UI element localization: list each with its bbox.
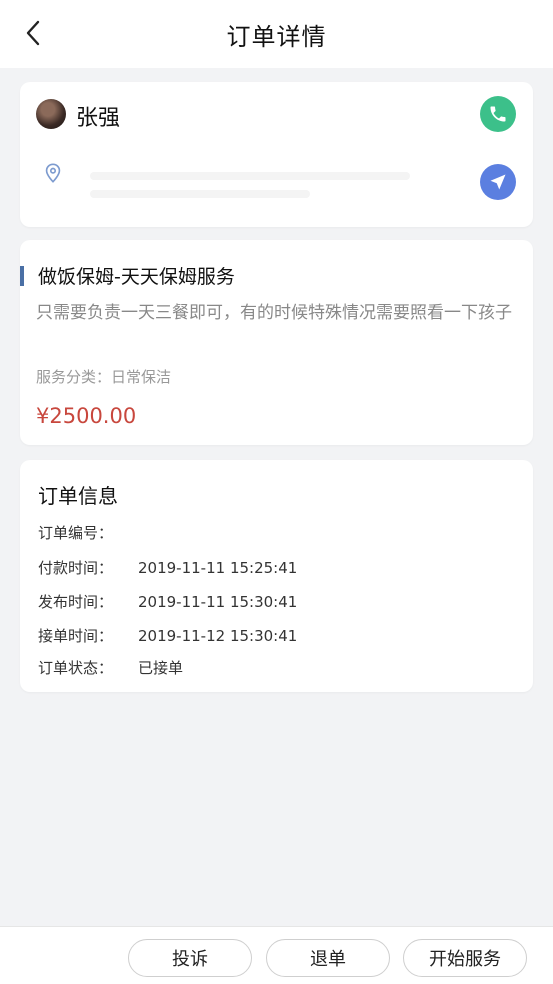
redacted-address-line (90, 190, 310, 198)
redacted-address (90, 172, 410, 180)
back-arrow-icon (26, 20, 40, 46)
service-title: 做饭保姆-天天保姆服务 (38, 266, 235, 288)
location-pin-icon (45, 163, 61, 183)
order-info-heading: 订单信息 (38, 484, 118, 508)
back-button[interactable] (18, 18, 48, 48)
service-description: 只需要负责一天三餐即可，有的时候特殊情况需要照看一下孩子 (36, 303, 512, 323)
customer-card: 张强 (20, 82, 533, 227)
accept-time-row: 接单时间： 2019-11-12 15:30:41 (38, 625, 297, 646)
phone-icon (490, 106, 506, 122)
info-label: 发布时间： (38, 593, 114, 611)
complain-button[interactable]: 投诉 (128, 939, 252, 977)
navigation-arrow-icon (490, 174, 506, 190)
top-bar: 订单详情 (0, 0, 553, 68)
info-label: 付款时间： (38, 559, 114, 577)
service-category-label: 服务分类： (36, 368, 112, 386)
bottom-action-bar: 投诉 退单 开始服务 (0, 926, 553, 984)
order-status-value: 已接单 (138, 659, 184, 677)
service-card: 做饭保姆-天天保姆服务 只需要负责一天三餐即可，有的时候特殊情况需要照看一下孩子… (20, 240, 533, 445)
customer-name: 张强 (76, 106, 121, 131)
service-category-value: 日常保洁 (111, 368, 172, 386)
info-label: 订单状态： (38, 659, 114, 677)
order-status-row: 订单状态： 已接单 (38, 657, 183, 678)
title-accent-bar (20, 266, 24, 286)
info-label: 接单时间： (38, 627, 114, 645)
order-number-row: 订单编号： (38, 522, 138, 543)
page-title: 订单详情 (226, 22, 327, 51)
avatar (36, 99, 66, 129)
navigate-button[interactable] (480, 164, 516, 200)
call-button[interactable] (480, 96, 516, 132)
service-price: ¥2500.00 (36, 404, 137, 428)
payment-time-row: 付款时间： 2019-11-11 15:25:41 (38, 557, 297, 578)
publish-time-row: 发布时间： 2019-11-11 15:30:41 (38, 591, 297, 612)
order-info-card: 订单信息 订单编号： 付款时间： 2019-11-11 15:25:41 发布时间… (20, 460, 533, 692)
cancel-order-button[interactable]: 退单 (266, 939, 390, 977)
start-service-button[interactable]: 开始服务 (403, 939, 527, 977)
service-category: 服务分类：日常保洁 (36, 366, 171, 387)
info-value: 2019-11-11 15:30:41 (138, 593, 298, 611)
info-value: 2019-11-11 15:25:41 (138, 559, 298, 577)
info-label: 订单编号： (38, 524, 114, 542)
info-value: 2019-11-12 15:30:41 (138, 627, 298, 645)
